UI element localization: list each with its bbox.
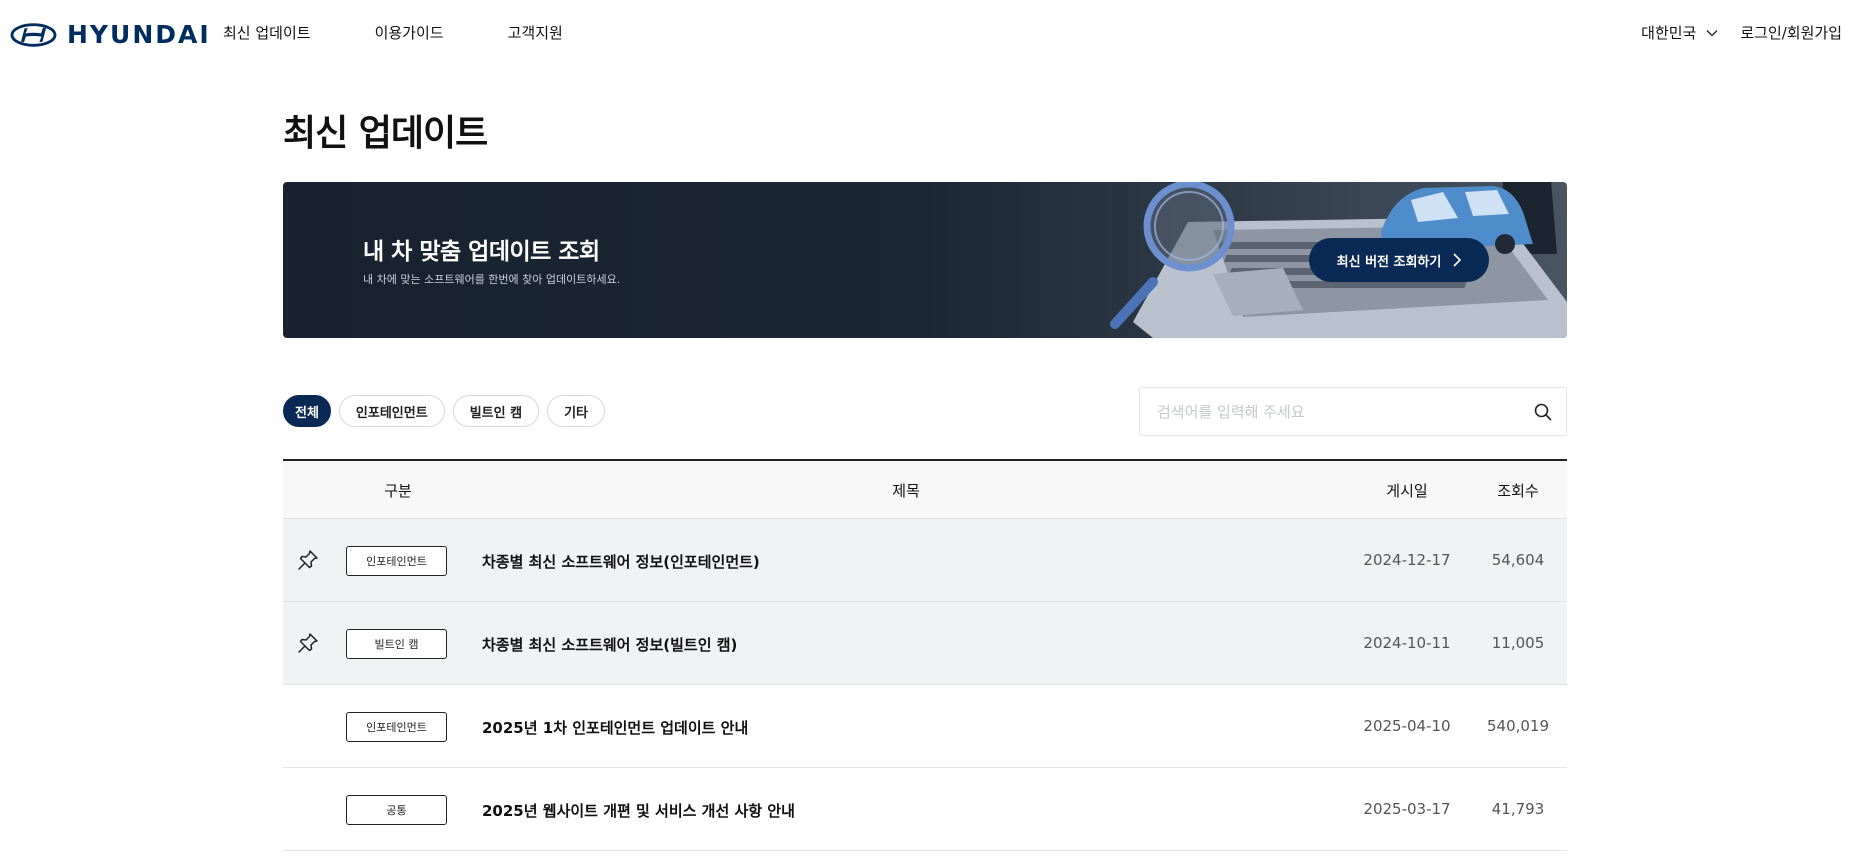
filter-etc[interactable]: 기타 — [547, 395, 605, 427]
banner-description: 내 차에 맞는 소프트웨어를 한번에 찾아 업데이트하세요. — [363, 273, 621, 286]
pin-icon — [298, 633, 318, 653]
vehicle-update-banner: 내 차 맞춤 업데이트 조회 내 차에 맞는 소프트웨어를 한번에 찾아 업데이… — [283, 182, 1567, 338]
category-tag: 인포테인먼트 — [346, 546, 447, 576]
row-date: 2024-12-17 — [1363, 551, 1451, 569]
row-title[interactable]: 2025년 웹사이트 개편 및 서비스 개선 사항 안내 — [482, 800, 795, 821]
row-title[interactable]: 차종별 최신 소프트웨어 정보(빌트인 캠) — [482, 634, 737, 655]
brand-wordmark: HYUNDAI — [67, 20, 211, 49]
row-views: 11,005 — [1491, 634, 1545, 652]
latest-version-lookup-button[interactable]: 최신 버전 조회하기 — [1309, 238, 1489, 282]
category-tag: 공통 — [346, 795, 447, 825]
nav-latest-updates[interactable]: 최신 업데이트 — [223, 22, 311, 43]
table-row[interactable]: 빌트인 캠 차종별 최신 소프트웨어 정보(빌트인 캠) 2024-10-11 … — [283, 602, 1567, 685]
banner-title: 내 차 맞춤 업데이트 조회 — [363, 239, 600, 265]
table-row[interactable]: 인포테인먼트 2025년 1차 인포테인먼트 업데이트 안내 2025-04-1… — [283, 685, 1567, 768]
search-button[interactable] — [1520, 389, 1566, 435]
row-views: 41,793 — [1491, 800, 1545, 818]
search-input[interactable] — [1140, 388, 1520, 435]
page-title: 최신 업데이트 — [283, 113, 488, 154]
region-label: 대한민국 — [1641, 24, 1697, 42]
nav-customer-support[interactable]: 고객지원 — [508, 22, 563, 43]
col-date: 게시일 — [1386, 482, 1428, 500]
col-views: 조회수 — [1497, 482, 1539, 500]
site-header: HYUNDAI 최신 업데이트 이용가이드 고객지원 대한민국 로그인/회원가입 — [0, 0, 1862, 68]
search-box — [1139, 387, 1567, 436]
row-date: 2024-10-11 — [1363, 634, 1451, 652]
category-filters: 전체 인포테인먼트 빌트인 캠 기타 — [283, 395, 605, 427]
row-title[interactable]: 차종별 최신 소프트웨어 정보(인포테인먼트) — [482, 551, 760, 572]
filter-all[interactable]: 전체 — [283, 395, 331, 427]
col-title: 제목 — [892, 482, 920, 500]
pin-icon — [298, 550, 318, 570]
category-tag: 인포테인먼트 — [346, 712, 447, 742]
search-icon — [1534, 403, 1552, 420]
hyundai-logo[interactable]: HYUNDAI — [10, 20, 211, 49]
nav-user-guide[interactable]: 이용가이드 — [375, 22, 444, 43]
col-category: 구분 — [384, 482, 412, 500]
filter-infotainment[interactable]: 인포테인먼트 — [338, 395, 445, 427]
category-tag: 빌트인 캠 — [346, 629, 447, 659]
table-header: 구분 제목 게시일 조회수 — [283, 461, 1567, 519]
utility-menu: 대한민국 로그인/회원가입 — [1641, 22, 1842, 43]
chevron-down-icon — [1706, 29, 1718, 37]
chevron-right-icon — [1453, 253, 1462, 267]
region-selector[interactable]: 대한민국 — [1641, 22, 1718, 43]
login-signup-link[interactable]: 로그인/회원가입 — [1740, 22, 1842, 43]
main-nav: 최신 업데이트 이용가이드 고객지원 — [223, 22, 563, 43]
update-list-table: 구분 제목 게시일 조회수 인포테인먼트 차종별 최신 소프트웨어 정보(인포테… — [283, 459, 1567, 851]
cta-label: 최신 버전 조회하기 — [1336, 254, 1442, 270]
row-date: 2025-04-10 — [1363, 717, 1451, 735]
hyundai-logo-icon — [10, 22, 57, 47]
row-date: 2025-03-17 — [1363, 800, 1451, 818]
row-title[interactable]: 2025년 1차 인포테인먼트 업데이트 안내 — [482, 717, 748, 738]
table-row[interactable]: 공통 2025년 웹사이트 개편 및 서비스 개선 사항 안내 2025-03-… — [283, 768, 1567, 851]
filter-builtin-cam[interactable]: 빌트인 캠 — [452, 395, 540, 427]
row-views: 54,604 — [1491, 551, 1545, 569]
table-row[interactable]: 인포테인먼트 차종별 최신 소프트웨어 정보(인포테인먼트) 2024-12-1… — [283, 519, 1567, 602]
row-views: 540,019 — [1486, 717, 1550, 735]
